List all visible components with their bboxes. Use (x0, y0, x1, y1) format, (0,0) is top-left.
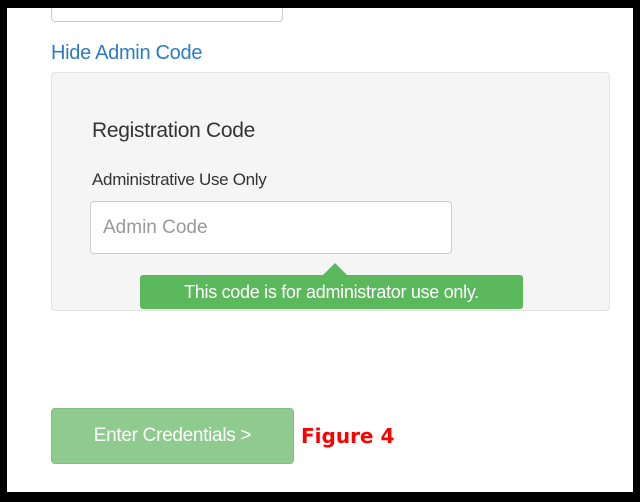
admin-code-tooltip: This code is for administrator use only. (140, 275, 523, 309)
tooltip-arrow (323, 263, 347, 275)
figure-caption: Figure 4 (301, 424, 395, 448)
screenshot-frame: Hide Admin Code Registration Code Admini… (0, 0, 640, 502)
enter-credentials-button[interactable]: Enter Credentials > (51, 408, 294, 464)
admin-code-label: Administrative Use Only (92, 170, 267, 189)
hide-admin-code-link[interactable]: Hide Admin Code (51, 42, 202, 65)
admin-code-input[interactable] (90, 201, 452, 254)
panel-title: Registration Code (92, 119, 255, 142)
admin-code-panel: Registration Code Administrative Use Onl… (51, 72, 610, 311)
previous-field-input[interactable] (51, 8, 283, 22)
